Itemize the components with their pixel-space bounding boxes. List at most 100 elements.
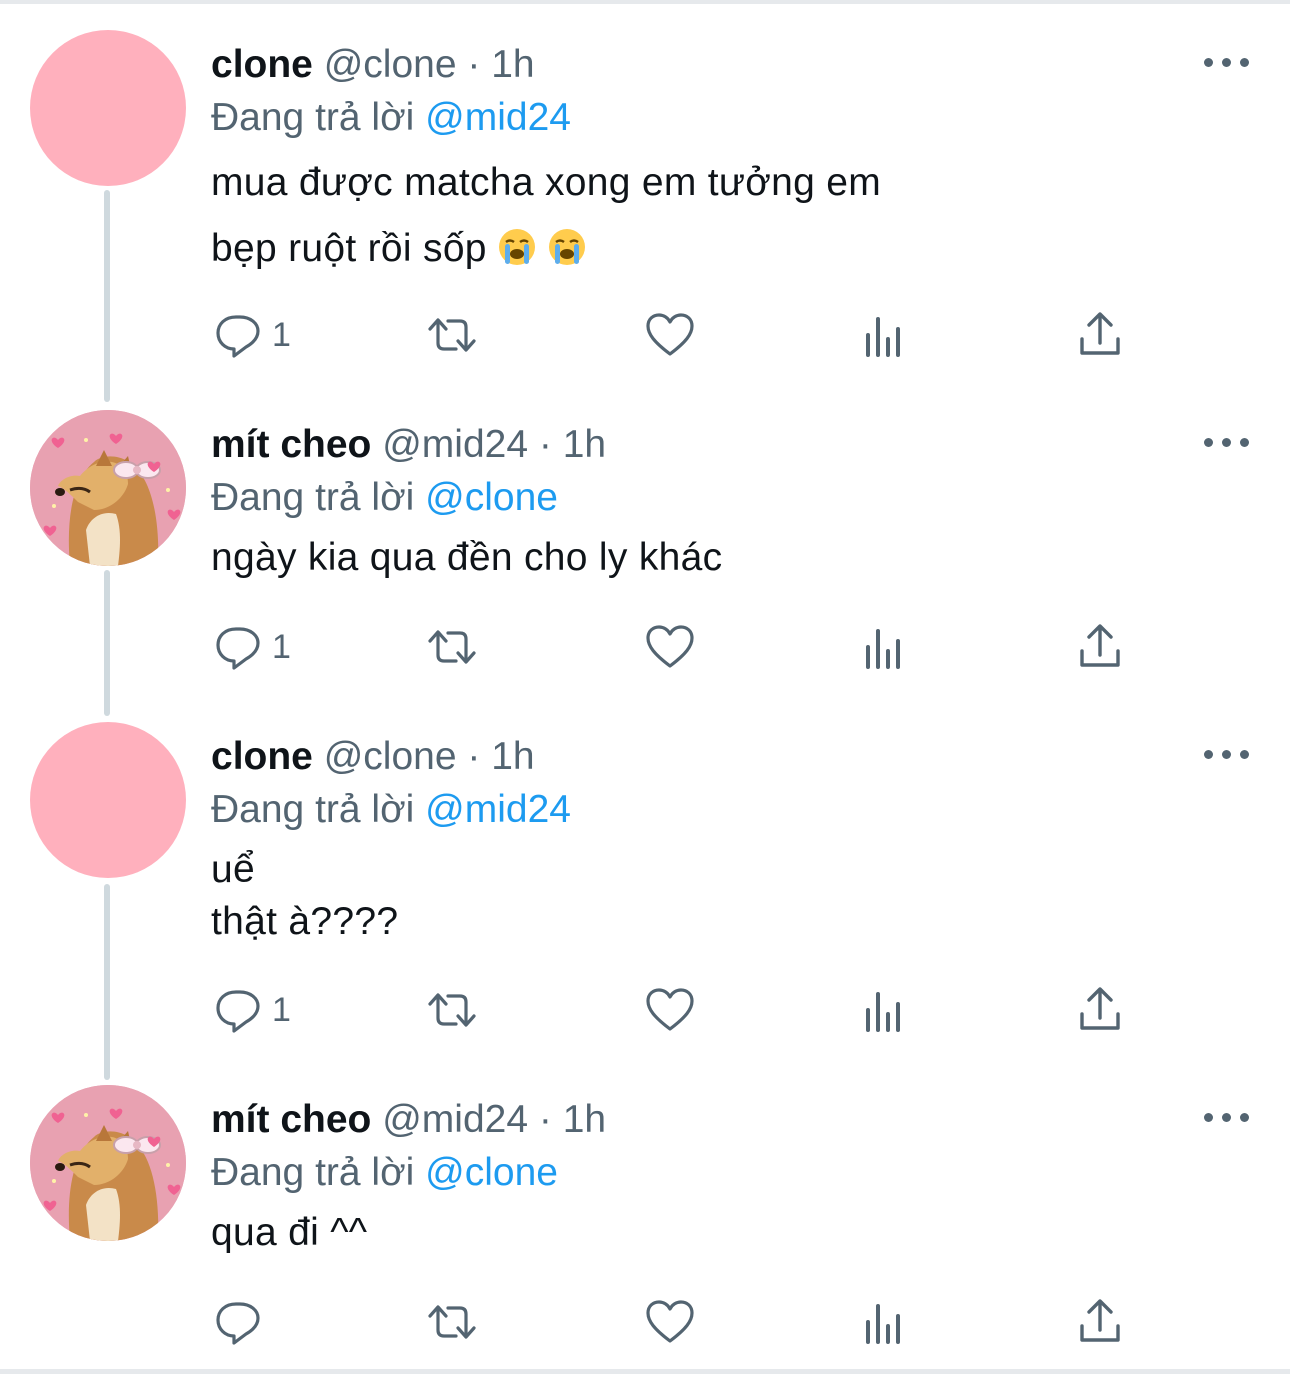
tweet-actions: 1 [0, 980, 1290, 1040]
tweet-header: mít cheo @mid24 · 1h [211, 1095, 606, 1145]
retweet-icon [428, 318, 476, 352]
loudly-crying-face-icon [498, 229, 535, 265]
tweet-header: mít cheo @mid24 · 1h [211, 420, 606, 470]
timestamp[interactable]: 1h [563, 423, 606, 466]
bottom-divider [0, 1369, 1290, 1374]
tweet-text-line: bẹp ruột rồi sốp [211, 216, 881, 282]
views-button[interactable] [860, 617, 912, 677]
mention-link[interactable]: @mid24 [425, 788, 571, 831]
like-icon [646, 1300, 694, 1343]
reply-button[interactable]: 1 [212, 980, 291, 1040]
tweet-text: qua đi ^^ [211, 1205, 367, 1261]
loudly-crying-face-icon [548, 229, 585, 265]
separator-dot: · [467, 735, 481, 778]
display-name[interactable]: mít cheo [211, 1098, 371, 1141]
tweet-text: ngày kia qua đền cho ly khác [211, 530, 722, 586]
more-icon[interactable] [1204, 1107, 1250, 1127]
timestamp[interactable]: 1h [491, 735, 534, 778]
retweet-icon [428, 993, 476, 1027]
more-icon[interactable] [1204, 744, 1250, 764]
like-icon [646, 625, 694, 668]
share-button[interactable] [1074, 305, 1126, 365]
mention-link[interactable]: @mid24 [425, 96, 571, 139]
handle[interactable]: @mid24 [382, 423, 528, 466]
like-button[interactable] [644, 1292, 696, 1352]
reply-button[interactable]: 1 [212, 305, 291, 365]
more-icon[interactable] [1204, 52, 1250, 72]
retweet-button[interactable] [426, 1292, 478, 1352]
separator-dot: · [467, 43, 481, 86]
handle[interactable]: @clone [324, 43, 457, 86]
retweet-button[interactable] [426, 617, 478, 677]
timestamp[interactable]: 1h [563, 1098, 606, 1141]
tweet-header: clone @clone · 1h [211, 732, 535, 782]
views-icon [866, 1304, 900, 1344]
retweet-icon [428, 630, 476, 664]
reply-icon [216, 1302, 260, 1345]
avatar[interactable] [30, 30, 186, 186]
share-icon [1080, 312, 1120, 355]
reply-button[interactable] [212, 1292, 272, 1352]
retweet-button[interactable] [426, 980, 478, 1040]
reply-icon [216, 627, 260, 670]
views-icon [866, 992, 900, 1032]
views-button[interactable] [860, 305, 912, 365]
handle[interactable]: @clone [324, 735, 457, 778]
display-name[interactable]: mít cheo [211, 423, 371, 466]
tweet-header: clone @clone · 1h [211, 40, 535, 90]
avatar[interactable] [30, 410, 186, 566]
thread-connector [104, 190, 110, 402]
shiba-dog-avatar-icon [30, 410, 186, 566]
tweet-text-line: mua được matcha xong em tưởng em [211, 161, 882, 204]
like-button[interactable] [644, 305, 696, 365]
display-name[interactable]: clone [211, 43, 313, 86]
replying-to-label: Đang trả lời [211, 96, 415, 139]
share-icon [1080, 624, 1120, 667]
replying-to-label: Đang trả lời [211, 1151, 415, 1194]
views-button[interactable] [860, 1292, 912, 1352]
views-button[interactable] [860, 980, 912, 1040]
reply-icon [216, 990, 260, 1033]
views-icon [866, 317, 900, 357]
like-icon [646, 988, 694, 1031]
replying-to: Đang trả lời @clone [211, 472, 558, 524]
share-icon [1080, 987, 1120, 1030]
replying-to: Đang trả lời @clone [211, 1147, 558, 1199]
retweet-button[interactable] [426, 305, 478, 365]
more-icon[interactable] [1204, 432, 1250, 452]
like-button[interactable] [644, 617, 696, 677]
views-icon [866, 629, 900, 669]
replying-to: Đang trả lời @mid24 [211, 92, 571, 144]
mention-link[interactable]: @clone [425, 476, 558, 519]
replying-to: Đang trả lời @mid24 [211, 784, 571, 836]
share-button[interactable] [1074, 617, 1126, 677]
tweet-text: mua được matcha xong em tưởng em bẹp ruộ… [211, 150, 881, 282]
handle[interactable]: @mid24 [382, 1098, 528, 1141]
avatar[interactable] [30, 722, 186, 878]
tweet-actions [0, 1292, 1290, 1352]
share-button[interactable] [1074, 1292, 1126, 1352]
reply-count: 1 [272, 315, 291, 354]
like-button[interactable] [644, 980, 696, 1040]
mention-link[interactable]: @clone [425, 1151, 558, 1194]
tweet-text-line: uể [211, 848, 255, 891]
timestamp[interactable]: 1h [491, 43, 534, 86]
top-divider [0, 0, 1290, 4]
tweet-text-line: thật à???? [211, 900, 399, 943]
display-name[interactable]: clone [211, 735, 313, 778]
share-button[interactable] [1074, 980, 1126, 1040]
replying-to-label: Đang trả lời [211, 476, 415, 519]
tweet-text-line: bẹp ruột rồi sốp [211, 227, 487, 270]
tweet-text: uể thật à???? [211, 844, 398, 948]
reply-icon [216, 315, 260, 358]
replying-to-label: Đang trả lời [211, 788, 415, 831]
retweet-icon [428, 1305, 476, 1339]
reply-button[interactable]: 1 [212, 617, 291, 677]
avatar[interactable] [30, 1085, 186, 1241]
separator-dot: · [538, 1098, 552, 1141]
reply-count: 1 [272, 627, 291, 666]
tweet-text-line: ngày kia qua đền cho ly khác [211, 536, 723, 579]
tweet-text-line: qua đi ^^ [211, 1211, 368, 1254]
like-icon [646, 313, 694, 356]
reply-count: 1 [272, 990, 291, 1029]
